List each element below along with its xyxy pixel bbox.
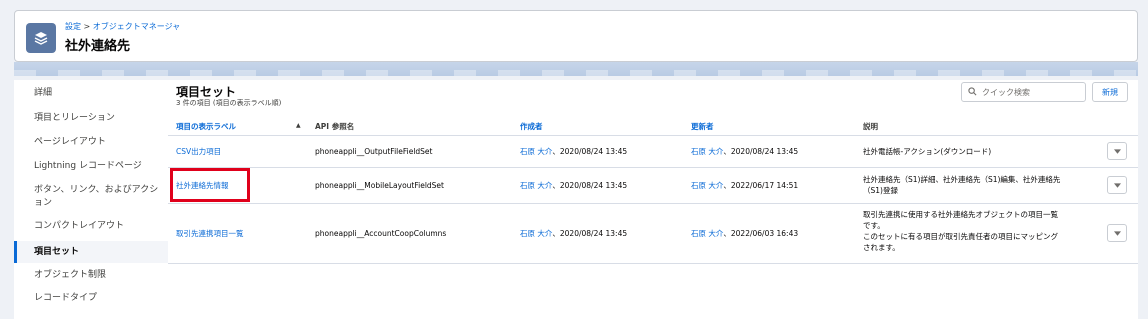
sidebar-item-object-limits[interactable]: オブジェクト制限 [14,269,168,282]
chevron-down-icon [1113,148,1121,154]
sidebar-item-fields-relations[interactable]: 項目とリレーション [14,112,168,125]
app-frame: 設定 > オブジェクトマネージャ 社外連絡先 詳細 項目とリレーション ページレ… [0,0,1148,319]
column-header-description[interactable]: 説明 [863,121,878,132]
table-row: 社外連絡先情報 phoneappli__MobileLayoutFieldSet… [168,167,1138,204]
chevron-down-icon [1113,182,1121,188]
column-header-label[interactable]: 項目の表示ラベル [176,121,236,132]
description-line: 社外連絡先（S1)詳細、社外連絡先（S1)編集、社外連絡先 [863,175,1061,184]
sidebar-item-page-layouts[interactable]: ページレイアウト [14,136,168,149]
breadcrumb: 設定 > オブジェクトマネージャ [65,21,180,32]
created-date: 、2020/08/24 13:45 [552,229,628,238]
column-header-updated-by[interactable]: 更新者 [691,121,714,132]
table-header: 項目の表示ラベル ▲ API 参照名 作成者 更新者 説明 [168,118,1138,136]
search-icon [968,86,977,98]
field-set-label-link[interactable]: 取引先連携項目一覧 [176,228,244,239]
sidebar-item-details[interactable]: 詳細 [14,87,168,100]
object-header: 設定 > オブジェクトマネージャ 社外連絡先 [14,10,1138,62]
description: 社外電話帳-アクション(ダウンロード) [863,146,991,157]
updated-date: 、2022/06/17 14:51 [723,181,799,190]
new-button[interactable]: 新規 [1092,82,1128,102]
breadcrumb-separator: > [81,22,93,31]
updated-by-user-link[interactable]: 石原 大介 [691,181,723,190]
updated-date: 、2022/06/03 16:43 [723,229,799,238]
main-content: 項目セット 3 件の項目 (項目の表示ラベル順) クイック検索 新規 項目の表示… [168,80,1138,319]
description-line: （S1)登録 [863,186,898,195]
sidebar-item-compact-layouts[interactable]: コンパクトレイアウト [14,220,168,233]
created-by-user-link[interactable]: 石原 大介 [520,181,552,190]
page-title: 社外連絡先 [65,39,131,54]
created-by-user-link[interactable]: 石原 大介 [520,229,552,238]
row-actions-dropdown[interactable] [1107,224,1127,242]
description-line: 社外電話帳-アクション(ダウンロード) [863,147,992,156]
api-name: phoneappli__AccountCoopColumns [315,229,447,238]
sort-ascending-icon[interactable]: ▲ [296,122,301,129]
sidebar-item-lightning-record-pages[interactable]: Lightning レコードページ [14,160,168,173]
updated-date: 、2020/08/24 13:45 [723,147,799,156]
updated-by: 石原 大介、2022/06/03 16:43 [691,228,798,239]
breadcrumb-setup-link[interactable]: 設定 [65,22,81,31]
updated-by: 石原 大介、2020/08/24 13:45 [691,146,798,157]
description-line: このセットに有る項目が取引先責任者の項目にマッピング [863,232,1058,241]
field-set-label-link[interactable]: CSV出力項目 [176,146,221,157]
layers-icon [26,23,56,53]
api-name: phoneappli__MobileLayoutFieldSet [315,181,444,190]
sidebar-item-record-types[interactable]: レコードタイプ [14,292,168,305]
updated-by-user-link[interactable]: 石原 大介 [691,229,723,238]
row-actions-dropdown[interactable] [1107,176,1127,194]
breadcrumb-object-manager-link[interactable]: オブジェクトマネージャ [93,22,180,31]
sidebar: 詳細 項目とリレーション ページレイアウト Lightning レコードページ … [14,80,169,319]
created-by: 石原 大介、2020/08/24 13:45 [520,180,627,191]
created-by: 石原 大介、2020/08/24 13:45 [520,228,627,239]
created-date: 、2020/08/24 13:45 [552,147,628,156]
search-placeholder: クイック検索 [982,87,1030,97]
row-actions-dropdown[interactable] [1107,142,1127,160]
chevron-down-icon [1113,230,1121,236]
quick-search-input[interactable]: クイック検索 [961,82,1086,102]
created-date: 、2020/08/24 13:45 [552,181,628,190]
decorative-wave-band [14,62,1138,76]
column-header-api-name[interactable]: API 参照名 [315,121,354,132]
sidebar-item-field-sets[interactable]: 項目セット [14,241,168,263]
table-row: 取引先連携項目一覧 phoneappli__AccountCoopColumns… [168,203,1138,264]
sidebar-item-buttons-links-actions[interactable]: ボタン、リンク、およびアクション [14,184,164,210]
description: 社外連絡先（S1)詳細、社外連絡先（S1)編集、社外連絡先 （S1)登録 [863,174,1060,196]
description-line: されます。 [863,243,900,252]
updated-by-user-link[interactable]: 石原 大介 [691,147,723,156]
created-by-user-link[interactable]: 石原 大介 [520,147,552,156]
column-header-created-by[interactable]: 作成者 [520,121,543,132]
description-line: 取引先連携に使用する社外連絡先オブジェクトの項目一覧 [863,210,1058,219]
api-name: phoneappli__OutputFileFieldSet [315,147,433,156]
highlight-annotation-box [170,168,250,202]
description: 取引先連携に使用する社外連絡先オブジェクトの項目一覧 です。 このセットに有る項… [863,209,1058,253]
description-line: です。 [863,221,885,230]
created-by: 石原 大介、2020/08/24 13:45 [520,146,627,157]
updated-by: 石原 大介、2022/06/17 14:51 [691,180,798,191]
table-row: CSV出力項目 phoneappli__OutputFileFieldSet 石… [168,135,1138,168]
item-count: 3 件の項目 (項目の表示ラベル順) [176,99,282,107]
